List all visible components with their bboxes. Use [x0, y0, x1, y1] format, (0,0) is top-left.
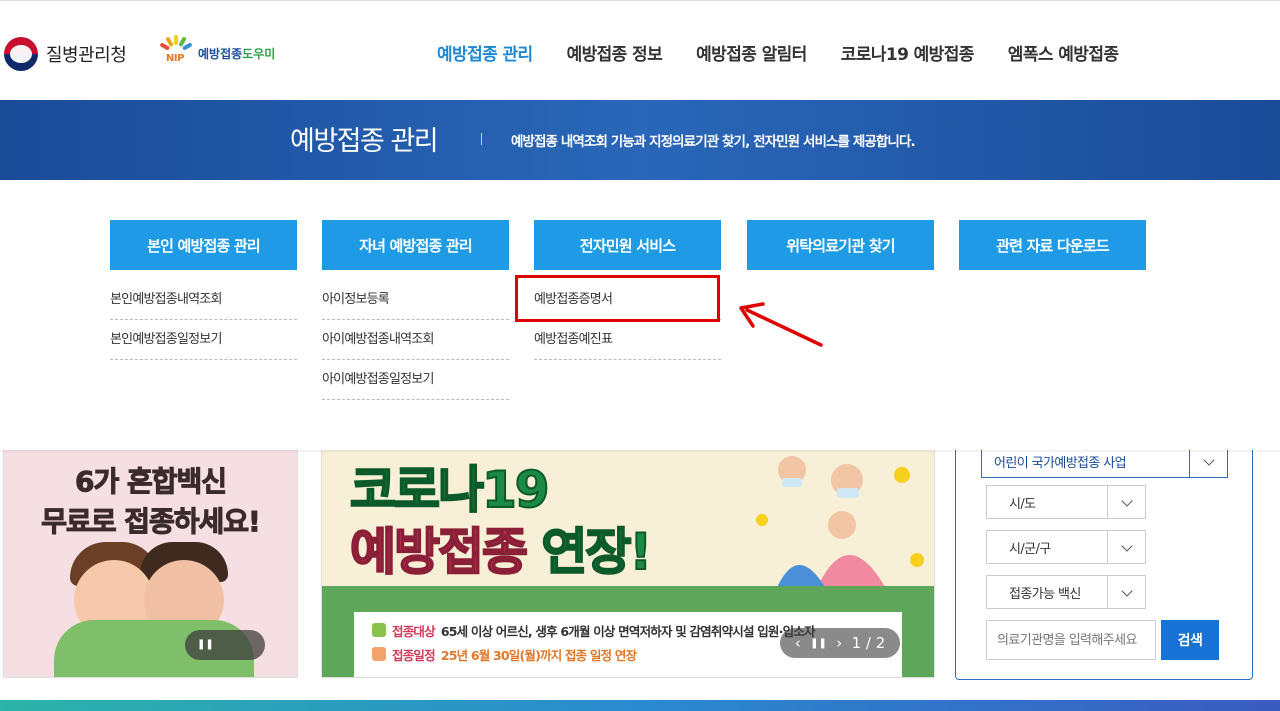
nip-logo-text: NIP — [166, 53, 184, 64]
sigungu-select[interactable]: 시/군/구 — [986, 530, 1146, 564]
promo-card-hexavalent[interactable]: 6가 혼합백신 무료로 접종하세요! ❚❚ — [3, 450, 298, 678]
banner-title: 예방접종 관리 — [290, 126, 439, 157]
annotation-highlight-box — [515, 275, 720, 322]
banner-divider — [481, 133, 482, 145]
main-nav: 예방접종 관리 예방접종 정보 예방접종 알림터 코로나19 예방접종 엠폭스 … — [420, 5, 1135, 100]
menu-col-child: 자녀 예방접종 관리 아이정보등록 아이예방접종내역조회 아이예방접종일정보기 — [322, 220, 509, 400]
calendar-icon — [372, 647, 386, 661]
slider-prev-icon[interactable]: ‹ — [795, 634, 801, 652]
kdca-logo[interactable]: 질병관리청 — [4, 37, 127, 71]
slider-pause-icon[interactable]: ❚❚ — [810, 638, 827, 649]
vaccine-select[interactable]: 접종가능 백신 — [986, 575, 1146, 609]
illustration-people-icon — [756, 456, 924, 600]
chevron-down-icon — [1107, 486, 1145, 518]
nav-covid19-vaccination[interactable]: 코로나19 예방접종 — [824, 40, 991, 65]
promo-card-covid19[interactable]: 코로나19 예방접종 연장! 접종대상 65세 이상 어르신, 생후 6개월 이… — [321, 450, 935, 678]
search-button[interactable]: 검색 — [1161, 620, 1219, 660]
menu-head-self[interactable]: 본인 예방접종 관리 — [110, 220, 297, 270]
menu-item-prescreening-form[interactable]: 예방접종예진표 — [534, 320, 721, 360]
menu-item-self-schedule[interactable]: 본인예방접종일정보기 — [110, 320, 297, 360]
target-value: 65세 이상 어르신, 생후 6개월 이상 면역저하자 및 감염취약시설 입원·… — [440, 623, 816, 639]
menu-head-clinic-finder[interactable]: 위탁의료기관 찾기 — [747, 220, 934, 270]
chevron-down-icon — [1107, 576, 1145, 608]
slider-pause-button[interactable]: ❚❚ — [185, 630, 265, 660]
section-banner: 예방접종 관리 예방접종 내역조회 기능과 지정의료기관 찾기, 전자민원 서비… — [0, 100, 1280, 180]
promo-left-line2: 무료로 접종하세요! — [41, 505, 262, 539]
schedule-label: 접종일정 — [392, 647, 436, 663]
menu-col-clinic-finder: 위탁의료기관 찾기 — [747, 220, 934, 270]
menu-head-child[interactable]: 자녀 예방접종 관리 — [322, 220, 509, 270]
nip-site-name: 예방접종도우미 — [198, 46, 276, 61]
menu-item-child-history[interactable]: 아이예방접종내역조회 — [322, 320, 509, 360]
clinic-name-input[interactable] — [986, 620, 1156, 660]
menu-item-child-register[interactable]: 아이정보등록 — [322, 280, 509, 320]
agency-name: 질병관리청 — [46, 45, 127, 66]
target-label: 접종대상 — [392, 623, 436, 639]
nip-sun-icon: NIP — [158, 35, 194, 71]
kdca-emblem-icon — [4, 37, 38, 71]
slider-controls: ‹ ❚❚ › 1 / 2 — [780, 628, 900, 658]
menu-col-self: 본인 예방접종 관리 본인예방접종내역조회 본인예방접종일정보기 — [110, 220, 297, 360]
menu-col-downloads: 관련 자료 다운로드 — [959, 220, 1146, 270]
nip-logo[interactable]: NIP 예방접종도우미 — [158, 35, 275, 71]
site-header: 질병관리청 NIP 예방접종도우미 예방접종 관리 예방접종 정보 예방접종 알… — [0, 5, 1280, 100]
menu-head-e-civil[interactable]: 전자민원 서비스 — [534, 220, 721, 270]
chevron-down-icon — [1107, 531, 1145, 563]
banner-description: 예방접종 내역조회 기능과 지정의료기관 찾기, 전자민원 서비스를 제공합니다… — [511, 134, 916, 150]
menu-item-child-schedule[interactable]: 아이예방접종일정보기 — [322, 360, 509, 400]
bottom-gradient-bar — [0, 700, 1280, 711]
slider-next-icon[interactable]: › — [836, 634, 842, 652]
target-icon — [372, 623, 386, 637]
annotation-arrow-icon — [739, 302, 823, 347]
nav-vaccination-info[interactable]: 예방접종 정보 — [550, 40, 680, 65]
nav-vaccination-management[interactable]: 예방접종 관리 — [420, 40, 550, 65]
nav-mpox-vaccination[interactable]: 엠폭스 예방접종 — [991, 40, 1136, 65]
main-content: 6가 혼합백신 무료로 접종하세요! ❚❚ 코로나19 예방접종 연장! 접종대… — [0, 444, 1280, 700]
bottom-gap — [0, 680, 1280, 700]
clinic-search-panel: 어린이 국가예방접종 사업 시/도 시/군/구 접종가능 백신 검색 — [955, 444, 1253, 680]
nav-vaccination-notice[interactable]: 예방접종 알림터 — [679, 40, 824, 65]
promo-left-line1: 6가 혼합백신 — [74, 465, 227, 499]
slider-pager: 1 / 2 — [851, 634, 886, 652]
menu-head-downloads[interactable]: 관련 자료 다운로드 — [959, 220, 1146, 270]
promo-headline-2: 예방접종 연장! — [349, 522, 653, 582]
sido-select[interactable]: 시/도 — [986, 485, 1146, 519]
schedule-value: 25년 6월 30일(월)까지 접종 일정 연장 — [440, 647, 637, 663]
menu-item-self-history[interactable]: 본인예방접종내역조회 — [110, 280, 297, 320]
mega-menu: 본인 예방접종 관리 본인예방접종내역조회 본인예방접종일정보기 자녀 예방접종… — [0, 180, 1280, 450]
